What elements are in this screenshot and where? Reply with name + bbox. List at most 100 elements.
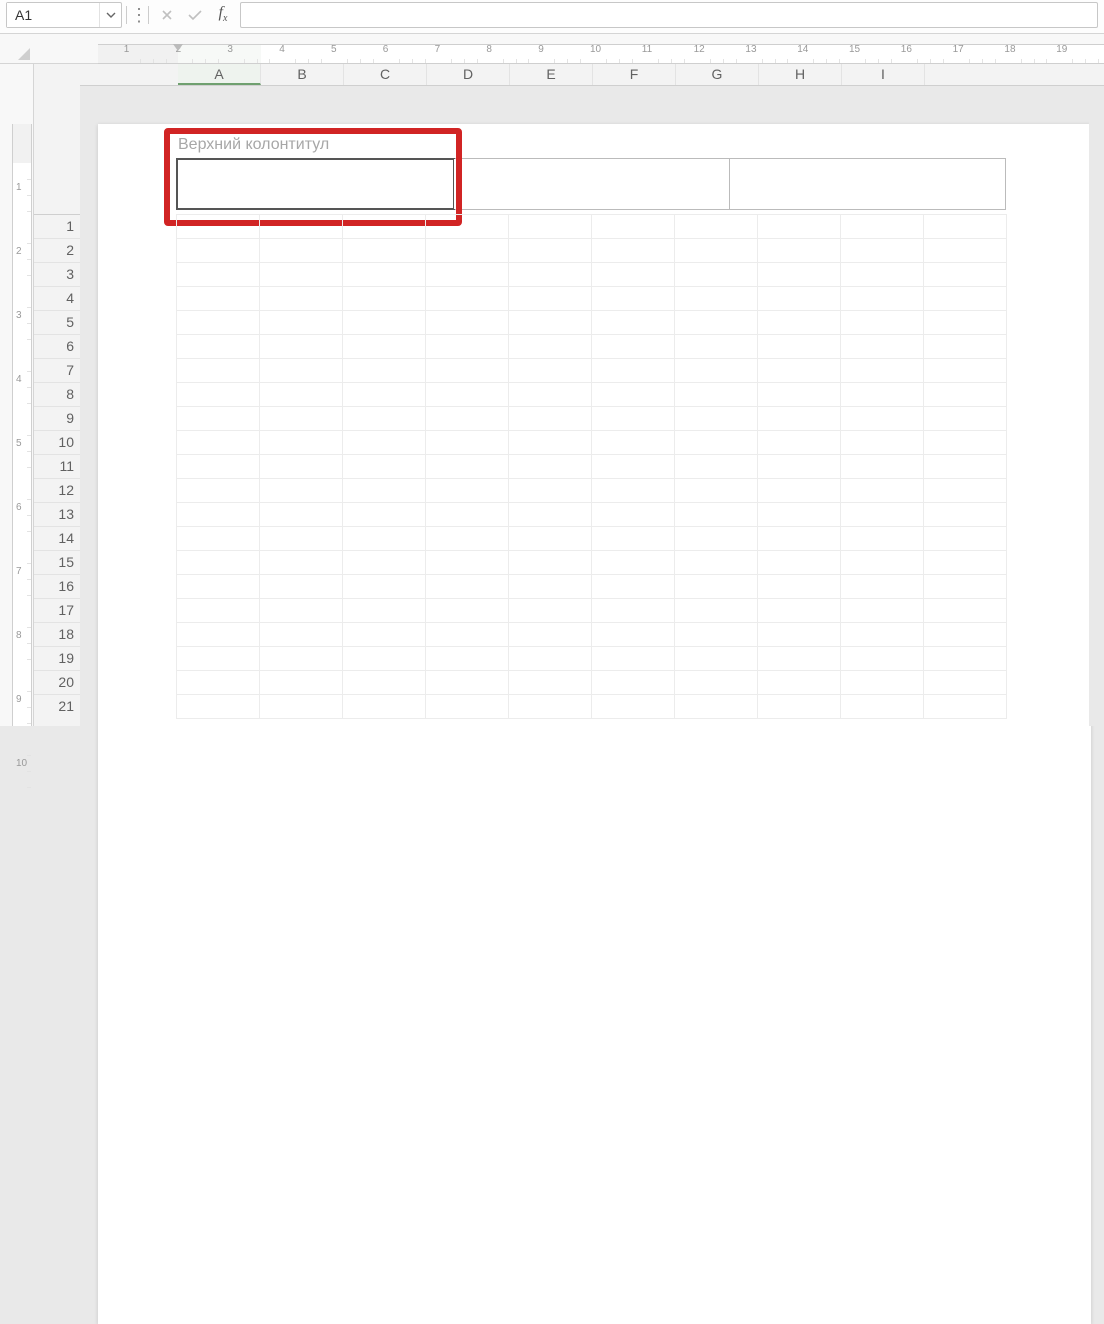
cell[interactable] [260, 455, 343, 479]
cell[interactable] [177, 599, 260, 623]
cell[interactable] [260, 551, 343, 575]
row-header[interactable]: 12 [34, 478, 80, 502]
cell[interactable] [260, 431, 343, 455]
row-header[interactable]: 15 [34, 550, 80, 574]
cell[interactable] [509, 311, 592, 335]
cell[interactable] [177, 671, 260, 695]
cell[interactable] [426, 311, 509, 335]
cell[interactable] [260, 239, 343, 263]
row-header[interactable]: 18 [34, 622, 80, 646]
cell[interactable] [592, 479, 675, 503]
cell[interactable] [841, 431, 924, 455]
cell[interactable] [592, 671, 675, 695]
cell[interactable] [343, 575, 426, 599]
cell[interactable] [426, 575, 509, 599]
cell[interactable] [675, 239, 758, 263]
cell[interactable] [592, 359, 675, 383]
cell[interactable] [592, 287, 675, 311]
cell[interactable] [177, 695, 260, 719]
cell[interactable] [260, 287, 343, 311]
cell[interactable] [177, 527, 260, 551]
row-header[interactable]: 6 [34, 334, 80, 358]
cell[interactable] [260, 215, 343, 239]
cell[interactable] [675, 503, 758, 527]
cell[interactable] [758, 551, 841, 575]
cell[interactable] [592, 575, 675, 599]
cell[interactable] [343, 407, 426, 431]
cell[interactable] [343, 311, 426, 335]
cell[interactable] [924, 647, 1007, 671]
cell[interactable] [841, 311, 924, 335]
cell[interactable] [675, 647, 758, 671]
cell[interactable] [177, 647, 260, 671]
cell[interactable] [675, 455, 758, 479]
name-box-input[interactable] [7, 3, 99, 27]
cell[interactable] [260, 383, 343, 407]
cell[interactable] [675, 407, 758, 431]
cell[interactable] [841, 407, 924, 431]
cell[interactable] [177, 407, 260, 431]
cell[interactable] [592, 623, 675, 647]
cancel-button[interactable] [156, 4, 178, 26]
cell[interactable] [675, 215, 758, 239]
cell[interactable] [260, 479, 343, 503]
cell[interactable] [758, 359, 841, 383]
cell[interactable] [592, 239, 675, 263]
cell[interactable] [675, 431, 758, 455]
cell[interactable] [924, 503, 1007, 527]
cell[interactable] [509, 551, 592, 575]
cell[interactable] [758, 215, 841, 239]
cell[interactable] [509, 599, 592, 623]
formula-input[interactable] [240, 2, 1098, 28]
cell[interactable] [260, 311, 343, 335]
cell[interactable] [177, 263, 260, 287]
cell[interactable] [343, 503, 426, 527]
cell[interactable] [841, 239, 924, 263]
name-box-dropdown[interactable] [99, 3, 121, 27]
cell[interactable] [177, 551, 260, 575]
cell[interactable] [426, 431, 509, 455]
row-header[interactable]: 5 [34, 310, 80, 334]
row-header[interactable]: 17 [34, 598, 80, 622]
column-header-d[interactable]: D [427, 64, 510, 85]
cell[interactable] [924, 479, 1007, 503]
cell[interactable] [758, 335, 841, 359]
cell[interactable] [260, 407, 343, 431]
cell[interactable] [177, 623, 260, 647]
cell[interactable] [924, 551, 1007, 575]
cell[interactable] [426, 407, 509, 431]
cell[interactable] [924, 455, 1007, 479]
cell[interactable] [841, 695, 924, 719]
cell[interactable] [592, 647, 675, 671]
row-header[interactable]: 14 [34, 526, 80, 550]
cell[interactable] [509, 647, 592, 671]
column-header-b[interactable]: B [261, 64, 344, 85]
cell[interactable] [675, 671, 758, 695]
cell[interactable] [841, 479, 924, 503]
cell[interactable] [509, 695, 592, 719]
cell[interactable] [260, 359, 343, 383]
cell[interactable] [758, 647, 841, 671]
cell[interactable] [177, 215, 260, 239]
cell[interactable] [592, 599, 675, 623]
cell[interactable] [758, 263, 841, 287]
cell[interactable] [924, 239, 1007, 263]
cell[interactable] [509, 239, 592, 263]
cell[interactable] [592, 551, 675, 575]
cell[interactable] [841, 647, 924, 671]
header-left[interactable] [176, 158, 455, 210]
cell[interactable] [758, 287, 841, 311]
cell[interactable] [841, 623, 924, 647]
cell[interactable] [592, 383, 675, 407]
cell[interactable] [426, 383, 509, 407]
select-all[interactable] [0, 42, 34, 62]
cell[interactable] [260, 335, 343, 359]
cell[interactable] [509, 575, 592, 599]
cell[interactable] [924, 623, 1007, 647]
cell[interactable] [675, 575, 758, 599]
cell[interactable] [675, 359, 758, 383]
cell[interactable] [260, 263, 343, 287]
row-header[interactable]: 10 [34, 430, 80, 454]
column-header-e[interactable]: E [510, 64, 593, 85]
cell[interactable] [758, 407, 841, 431]
